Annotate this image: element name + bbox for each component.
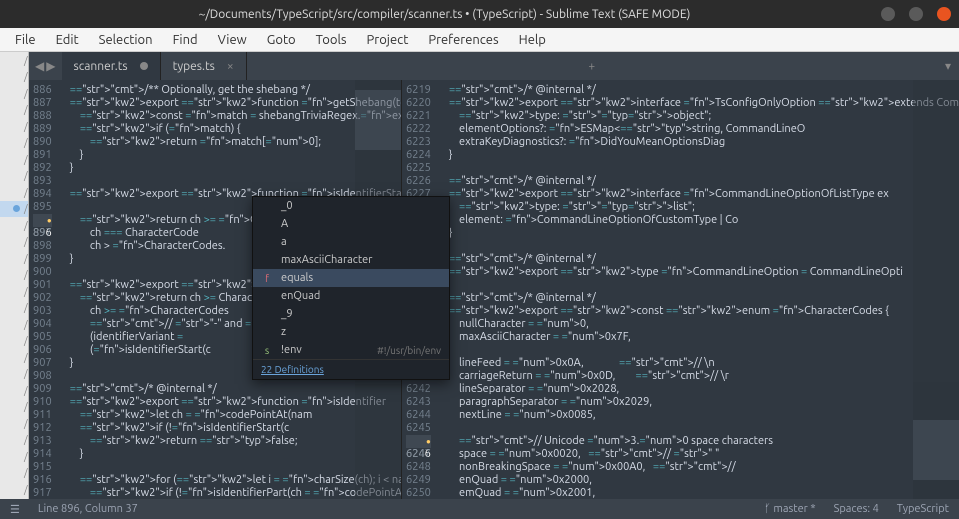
sidebar-item[interactable]: /*scanner.ts bbox=[0, 201, 28, 218]
completion-label: z bbox=[281, 326, 286, 338]
sidebar-item[interactable]: /*performance.ts bbox=[0, 135, 28, 152]
sidebar-item[interactable]: /*transformer.ts bbox=[0, 300, 28, 317]
menubar: FileEditSelectionFindViewGotoToolsProjec… bbox=[0, 28, 959, 52]
sidebar: /*moduleNameResolver.ts/*moduleSpecifier… bbox=[0, 52, 29, 499]
git-branch-icon: ᚶ bbox=[764, 503, 771, 515]
sidebar-item[interactable]: /*watch.ts bbox=[0, 448, 28, 465]
tab-next-icon[interactable]: ▶ bbox=[46, 59, 55, 73]
menu-tools[interactable]: Tools bbox=[307, 31, 356, 49]
tab-dirty-icon bbox=[140, 62, 148, 70]
menu-edit[interactable]: Edit bbox=[47, 31, 88, 49]
menu-help[interactable]: Help bbox=[510, 31, 555, 49]
autocomplete-item[interactable]: A bbox=[253, 215, 449, 233]
titlebar: ~/Documents/TypeScript/src/compiler/scan… bbox=[0, 0, 959, 28]
completion-hint: #!/usr/bin/env bbox=[377, 345, 441, 356]
tab-label: scanner.ts bbox=[74, 60, 128, 73]
sidebar-item[interactable]: /*tsconfig.release.json bbox=[0, 366, 28, 383]
minimap-right[interactable] bbox=[913, 80, 959, 499]
menu-find[interactable]: Find bbox=[164, 31, 207, 49]
tab-label: types.ts bbox=[173, 60, 215, 73]
sidebar-item[interactable]: /*moduleNameResolver.ts bbox=[0, 52, 28, 69]
tab[interactable]: scanner.ts bbox=[62, 52, 161, 80]
completion-label: enQuad bbox=[281, 290, 320, 302]
sidebar-item[interactable]: /*sourcemap.ts bbox=[0, 234, 28, 251]
menu-view[interactable]: View bbox=[209, 31, 256, 49]
completion-label: maxAsciiCharacter bbox=[281, 254, 372, 266]
sidebar-item[interactable]: /*tsconfig.json bbox=[0, 349, 28, 366]
sidebar-item[interactable]: /*moduleSpecifiers.ts bbox=[0, 69, 28, 86]
sidebar-item[interactable]: /*watchPublic.ts bbox=[0, 465, 28, 482]
sidebar-item[interactable]: /*sys.ts bbox=[0, 267, 28, 284]
autocomplete-popup[interactable]: _0 Aa maxAsciiCharacter fequals enQuad _9zs !e… bbox=[252, 196, 450, 380]
sidebar-item[interactable]: /*tracing.ts bbox=[0, 283, 28, 300]
menu-project[interactable]: Project bbox=[358, 31, 418, 49]
sidebar-item[interactable]: /*types.ts bbox=[0, 382, 28, 399]
completion-label: _0 bbox=[281, 200, 293, 212]
tab-add-button[interactable]: + bbox=[580, 60, 603, 73]
tab-prev-icon[interactable]: ◀ bbox=[35, 59, 44, 73]
sidebar-item[interactable]: /*program.ts bbox=[0, 168, 28, 185]
editor-area: ◀ ▶ scanner.tstypes.ts× + ▾ 886887888889… bbox=[29, 52, 959, 499]
autocomplete-definitions-link[interactable]: 22 Definitions bbox=[253, 359, 449, 379]
autocomplete-item[interactable]: maxAsciiCharacter bbox=[253, 251, 449, 269]
editor-pane-right[interactable]: 6219622062216222622362246225622662276228… bbox=[402, 80, 959, 499]
menu-selection[interactable]: Selection bbox=[90, 31, 162, 49]
sidebar-item[interactable]: /*perfLogger.ts bbox=[0, 118, 28, 135]
autocomplete-item[interactable]: z bbox=[253, 323, 449, 341]
sidebar-item[interactable]: /*symbolWalker.ts bbox=[0, 250, 28, 267]
status-spaces[interactable]: Spaces: 4 bbox=[834, 503, 879, 515]
tab-menu-button[interactable]: ▾ bbox=[937, 59, 959, 73]
tab-close-icon[interactable]: × bbox=[227, 60, 234, 73]
menu-preferences[interactable]: Preferences bbox=[419, 31, 507, 49]
completion-label: A bbox=[281, 218, 288, 230]
autocomplete-item[interactable]: s !env #!/usr/bin/env bbox=[253, 341, 449, 359]
status-console-icon[interactable]: ☰ bbox=[10, 503, 20, 516]
autocomplete-item[interactable]: fequals bbox=[253, 269, 449, 287]
tab[interactable]: types.ts × bbox=[161, 52, 247, 80]
autocomplete-item[interactable]: enQuad bbox=[253, 287, 449, 305]
sidebar-item[interactable]: /*utilities.ts bbox=[0, 399, 28, 416]
completion-label: _9 bbox=[281, 308, 293, 320]
tab-bar: ◀ ▶ scanner.ts types.ts × + ▾ bbox=[29, 52, 959, 80]
status-language[interactable]: TypeScript bbox=[897, 503, 949, 515]
menu-file[interactable]: File bbox=[6, 31, 45, 49]
menu-goto[interactable]: Goto bbox=[258, 31, 305, 49]
completion-label: a bbox=[281, 236, 287, 248]
completion-kind-icon: s bbox=[261, 345, 273, 356]
sidebar-folder-debug[interactable]: ▸▢ debug bbox=[0, 498, 28, 500]
statusbar: ☰ Line 896, Column 37 ᚶ master * Spaces:… bbox=[0, 499, 959, 519]
window-minimize-button[interactable] bbox=[881, 7, 895, 21]
status-branch[interactable]: ᚶ master * bbox=[764, 503, 815, 515]
window-title: ~/Documents/TypeScript/src/compiler/scan… bbox=[8, 8, 881, 21]
autocomplete-item[interactable]: a bbox=[253, 233, 449, 251]
sidebar-item[interactable]: /*parser.ts bbox=[0, 85, 28, 102]
autocomplete-item[interactable]: _0 bbox=[253, 197, 449, 215]
sidebar-item[interactable]: /*tsbuildPublic.ts bbox=[0, 333, 28, 350]
completion-kind-icon: f bbox=[261, 273, 273, 284]
dirty-indicator-icon bbox=[13, 205, 20, 212]
sidebar-item[interactable]: /*performanceCore.ts bbox=[0, 151, 28, 168]
sidebar-item[interactable]: /*semver.ts bbox=[0, 217, 28, 234]
autocomplete-item[interactable]: _9 bbox=[253, 305, 449, 323]
sidebar-item[interactable]: /*utilitiesPublic.ts bbox=[0, 415, 28, 432]
sidebar-item[interactable]: /*tsbuild.ts bbox=[0, 316, 28, 333]
sidebar-item[interactable]: /*watchUtilities.ts bbox=[0, 481, 28, 498]
sidebar-item[interactable]: /*visitorPublic.ts bbox=[0, 432, 28, 449]
completion-label: !env bbox=[281, 344, 302, 356]
status-cursor: Line 896, Column 37 bbox=[38, 503, 138, 515]
window-maximize-button[interactable] bbox=[909, 7, 923, 21]
completion-label: equals bbox=[281, 272, 313, 284]
sidebar-item[interactable]: /*path.ts bbox=[0, 102, 28, 119]
window-close-button[interactable] bbox=[937, 7, 951, 21]
sidebar-item[interactable]: /*resolutionCache.ts bbox=[0, 184, 28, 201]
